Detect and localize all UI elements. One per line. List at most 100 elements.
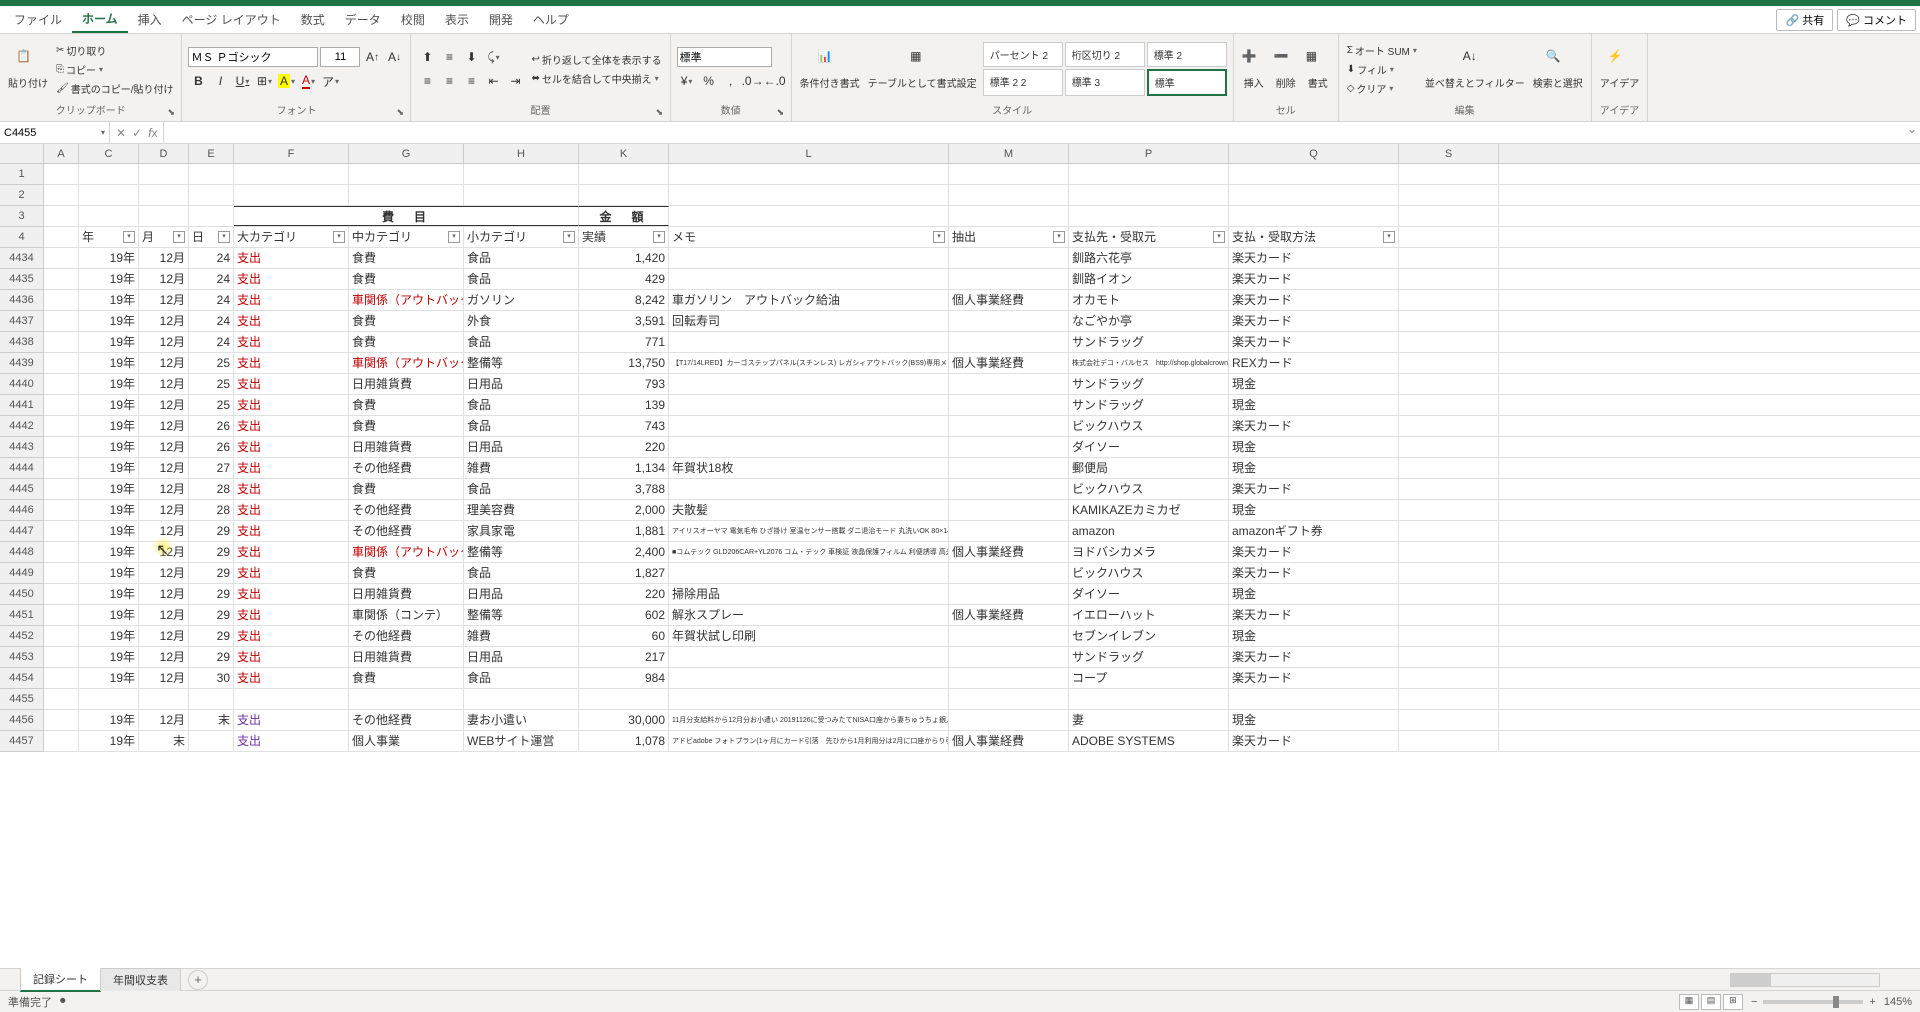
cell[interactable] (1399, 395, 1499, 415)
cell[interactable] (44, 605, 79, 625)
normal-view-button[interactable]: ▦ (1679, 994, 1699, 1010)
cell[interactable]: 29 (189, 647, 234, 667)
cell[interactable] (1399, 542, 1499, 562)
find-select-button[interactable]: 🔍検索と選択 (1531, 47, 1585, 92)
tab-home[interactable]: ホーム (72, 6, 128, 33)
row-header[interactable]: 4457 (0, 731, 43, 752)
cell[interactable] (1399, 521, 1499, 541)
cell[interactable] (1399, 584, 1499, 604)
cell[interactable] (949, 206, 1069, 226)
cell[interactable]: 食費 (349, 311, 464, 331)
cell[interactable] (579, 689, 669, 709)
cell[interactable] (44, 584, 79, 604)
cell[interactable]: 支出 (234, 605, 349, 625)
filter-button[interactable]: ▾ (448, 231, 460, 243)
font-size-select[interactable] (320, 47, 360, 67)
cell[interactable]: その他経費 (349, 710, 464, 730)
cell[interactable]: 支払先・受取元▾ (1069, 227, 1229, 247)
phonetic-button[interactable]: ア▾ (320, 71, 340, 91)
cell[interactable]: 解氷スプレー (669, 605, 949, 625)
cell[interactable] (669, 563, 949, 583)
sheet-tab-other[interactable]: 年間収支表 (100, 968, 181, 991)
align-top-button[interactable]: ⬆ (417, 47, 437, 67)
cell[interactable]: 12月 (139, 626, 189, 646)
cell[interactable]: 支出 (234, 563, 349, 583)
underline-button[interactable]: U▾ (232, 71, 252, 91)
cell[interactable] (79, 164, 139, 184)
tab-view[interactable]: 表示 (435, 7, 479, 32)
cell[interactable]: 個人事業 (349, 731, 464, 751)
cell[interactable]: amazon (1069, 521, 1229, 541)
cell[interactable]: 12月 (139, 647, 189, 667)
row-header[interactable]: 4437 (0, 311, 43, 332)
cell[interactable] (189, 185, 234, 205)
cell[interactable]: 24 (189, 332, 234, 352)
row-header[interactable]: 4453 (0, 647, 43, 668)
cell[interactable]: 食品 (464, 479, 579, 499)
cell[interactable] (669, 206, 949, 226)
expand-formula-bar[interactable]: ⌄ (1904, 122, 1920, 143)
cell[interactable] (669, 689, 949, 709)
cell[interactable] (1399, 479, 1499, 499)
cell[interactable]: 日用品 (464, 374, 579, 394)
page-layout-view-button[interactable]: ▤ (1701, 994, 1721, 1010)
cell[interactable]: 掃除用品 (669, 584, 949, 604)
cell[interactable]: 株式会社デコ・バルセス http://shop.globalcrown.co.j… (1069, 353, 1229, 373)
cell[interactable] (464, 164, 579, 184)
cell[interactable]: 1,134 (579, 458, 669, 478)
row-header[interactable]: 4451 (0, 605, 43, 626)
cut-button[interactable]: ✂切り取り (54, 42, 175, 59)
cell[interactable]: 26 (189, 416, 234, 436)
cell[interactable]: 食費 (349, 479, 464, 499)
cell[interactable] (1069, 185, 1229, 205)
zoom-slider[interactable] (1763, 1000, 1863, 1004)
cell[interactable]: 食品 (464, 332, 579, 352)
cell[interactable] (669, 332, 949, 352)
bold-button[interactable]: B (188, 71, 208, 91)
cell[interactable]: 日用品 (464, 437, 579, 457)
cell[interactable] (949, 689, 1069, 709)
cell[interactable]: サンドラッグ (1069, 395, 1229, 415)
cell[interactable]: 19年 (79, 290, 139, 310)
cell-styles-gallery[interactable]: パーセント 2 桁区切り 2 標準 2 標準 2 2 標準 3 標準 (983, 42, 1227, 96)
style-percent2[interactable]: パーセント 2 (983, 42, 1063, 67)
filter-button[interactable]: ▾ (1213, 231, 1225, 243)
cell[interactable]: 12月 (139, 563, 189, 583)
cell[interactable] (44, 479, 79, 499)
cell[interactable] (949, 479, 1069, 499)
col-header-F[interactable]: F (234, 144, 349, 163)
cell[interactable]: 食費 (349, 416, 464, 436)
cell[interactable]: 中カテゴリ▾ (349, 227, 464, 247)
cell[interactable]: REXカード (1229, 353, 1399, 373)
cell[interactable] (44, 437, 79, 457)
worksheet-grid[interactable]: ACDEFGHKLMPQS 12344434443544364437443844… (0, 144, 1920, 968)
cell[interactable] (1399, 353, 1499, 373)
cell[interactable]: 車関係（アウトバック） (349, 542, 464, 562)
cell[interactable] (1399, 437, 1499, 457)
cell[interactable]: 支出 (234, 668, 349, 688)
italic-button[interactable]: I (210, 71, 230, 91)
cell[interactable]: 日用雑貨費 (349, 374, 464, 394)
cell[interactable]: 楽天カード (1229, 416, 1399, 436)
number-launcher[interactable]: ⬊ (777, 107, 789, 119)
cell[interactable]: 12月 (139, 542, 189, 562)
cell[interactable]: 整備等 (464, 353, 579, 373)
cell[interactable]: 食費 (349, 668, 464, 688)
cell[interactable]: 楽天カード (1229, 563, 1399, 583)
cell[interactable]: 19年 (79, 710, 139, 730)
cell[interactable] (1229, 164, 1399, 184)
cell[interactable]: 793 (579, 374, 669, 394)
share-button[interactable]: 🔗 共有 (1776, 9, 1833, 31)
cell[interactable]: 19年 (79, 458, 139, 478)
cell[interactable]: 12月 (139, 479, 189, 499)
row-header[interactable]: 4435 (0, 269, 43, 290)
cell[interactable]: 13,750 (579, 353, 669, 373)
cell[interactable]: メモ▾ (669, 227, 949, 247)
format-painter-button[interactable]: 🖌書式のコピー/貼り付け (54, 80, 175, 97)
cell[interactable]: 回転寿司 (669, 311, 949, 331)
cell[interactable]: 妻お小遣い (464, 710, 579, 730)
cell[interactable]: その他経費 (349, 458, 464, 478)
percent-button[interactable]: % (699, 71, 719, 91)
zoom-out-button[interactable]: − (1751, 996, 1757, 1008)
cell[interactable]: サンドラッグ (1069, 332, 1229, 352)
